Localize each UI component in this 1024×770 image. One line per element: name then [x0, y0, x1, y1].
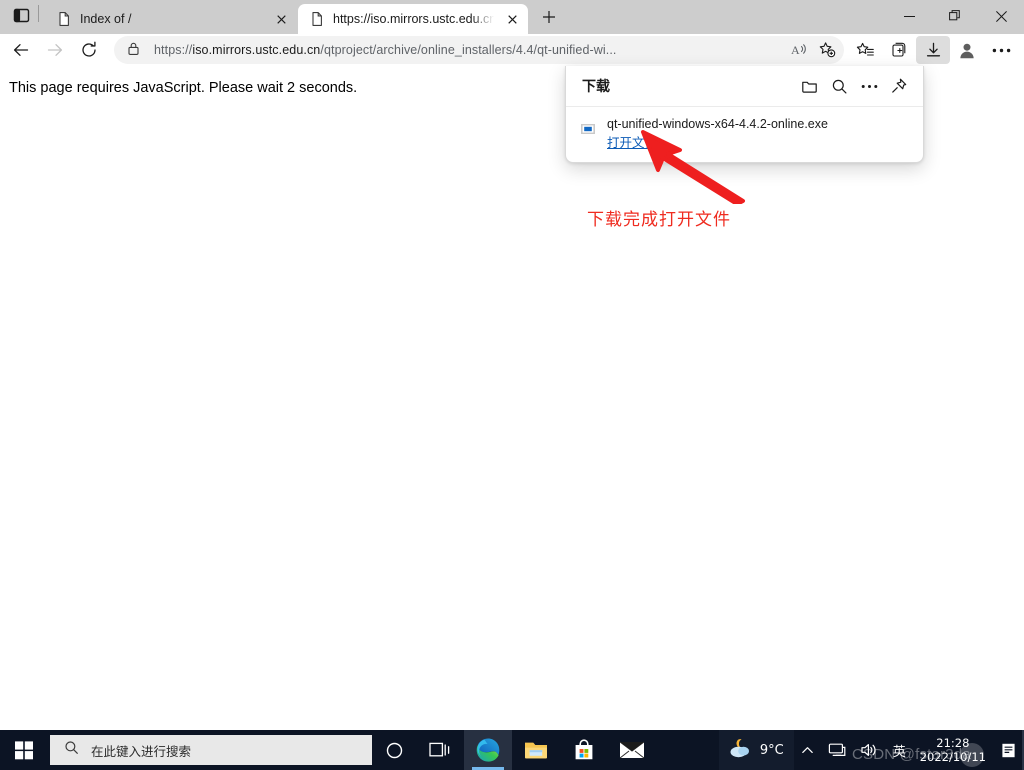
collections-icon[interactable] [882, 36, 916, 64]
search-icon [64, 740, 79, 760]
microsoft-edge-icon[interactable] [464, 730, 512, 770]
volume-icon[interactable] [853, 730, 885, 770]
profile-icon[interactable] [950, 36, 984, 64]
search-icon[interactable] [824, 72, 854, 100]
taskbar-search-placeholder: 在此键入进行搜索 [91, 743, 192, 759]
night-cloud-icon [727, 737, 753, 764]
favorites-icon[interactable] [848, 36, 882, 64]
page-content: This page requires JavaScript. Please wa… [0, 66, 1024, 730]
notification-center-icon[interactable] [994, 730, 1022, 770]
address-bar[interactable]: https://iso.mirrors.ustc.edu.cn/qtprojec… [114, 36, 844, 64]
cortana-circle-icon[interactable] [372, 730, 416, 770]
folder-icon[interactable] [794, 72, 824, 100]
downloads-flyout: 下载 qt-unified-windows-x64-4.4.2-online.e… [565, 66, 924, 163]
svg-text:A: A [791, 43, 800, 57]
url-path: /qtproject/archive/online_installers/4.4… [320, 43, 617, 57]
download-item[interactable]: qt-unified-windows-x64-4.4.2-online.exe … [566, 107, 923, 151]
minimize-button[interactable] [886, 0, 932, 32]
show-hidden-icons-chevron[interactable] [794, 730, 821, 770]
url-scheme: https:// [154, 43, 193, 57]
taskbar-clock[interactable]: 21:28 2022/10/11 [914, 730, 994, 770]
add-favorite-icon[interactable] [814, 38, 840, 62]
address-bar-actions: A [786, 38, 840, 62]
page-body-text: This page requires JavaScript. Please wa… [9, 80, 358, 96]
download-item-details: qt-unified-windows-x64-4.4.2-online.exe … [607, 117, 828, 151]
task-view-icon[interactable] [416, 730, 464, 770]
taskbar-weather[interactable]: 9°C [718, 730, 794, 770]
tab-qt-installer[interactable]: https://iso.mirrors.ustc.edu.cn/qt [298, 4, 528, 34]
tabs: Index of / https://iso.mirrors.ustc.edu.… [45, 0, 564, 34]
new-tab-button[interactable] [534, 3, 564, 31]
weather-temperature: 9°C [759, 742, 784, 758]
windows-taskbar: 在此键入进行搜索 9°C 英 21:28 2022/10/11 [0, 730, 1024, 770]
more-options-icon[interactable] [854, 72, 884, 100]
downloads-flyout-header: 下载 [566, 66, 923, 107]
tab-close-icon[interactable] [271, 9, 291, 29]
windows-start-icon[interactable] [0, 730, 48, 770]
open-file-link[interactable]: 打开文件 [607, 132, 657, 151]
downloads-icon[interactable] [916, 36, 950, 64]
tab-strip-left [0, 0, 45, 34]
page-icon [309, 11, 325, 27]
taskbar-apps [416, 730, 656, 770]
microsoft-store-icon[interactable] [560, 730, 608, 770]
back-arrow-icon[interactable] [4, 36, 38, 64]
read-aloud-icon[interactable]: A [786, 38, 812, 62]
screen: Index of / https://iso.mirrors.ustc.edu.… [0, 0, 1024, 770]
tab-title: https://iso.mirrors.ustc.edu.cn/qt [333, 12, 494, 26]
downloads-title: 下载 [582, 79, 610, 95]
browser-toolbar: https://iso.mirrors.ustc.edu.cn/qtprojec… [0, 34, 1024, 66]
tab-close-icon[interactable] [502, 9, 522, 29]
tab-index-of[interactable]: Index of / [45, 4, 297, 34]
clock-time: 21:28 [936, 736, 970, 750]
more-settings-icon[interactable] [984, 36, 1018, 64]
tab-title: Index of / [80, 12, 132, 26]
pin-icon[interactable] [884, 72, 914, 100]
exe-file-icon [580, 121, 596, 137]
close-button[interactable] [978, 0, 1024, 32]
url-host: iso.mirrors.ustc.edu.cn [192, 43, 321, 57]
taskbar-search-input[interactable]: 在此键入进行搜索 [50, 735, 372, 765]
tab-strip-divider [38, 4, 39, 22]
file-explorer-icon[interactable] [512, 730, 560, 770]
refresh-icon[interactable] [72, 36, 106, 64]
tab-list-icon[interactable] [6, 2, 36, 30]
clock-date: 2022/10/11 [919, 750, 986, 764]
tab-strip: Index of / https://iso.mirrors.ustc.edu.… [0, 0, 1024, 34]
system-tray: 9°C 英 21:28 2022/10/11 [718, 730, 1024, 770]
window-controls [886, 0, 1024, 32]
forward-arrow-icon [38, 36, 72, 64]
ime-indicator[interactable]: 英 [885, 741, 914, 760]
download-filename: qt-unified-windows-x64-4.4.2-online.exe [607, 117, 828, 131]
network-icon[interactable] [821, 730, 853, 770]
annotation-text: 下载完成打开文件 [587, 210, 731, 230]
address-bar-url: https://iso.mirrors.ustc.edu.cn/qtprojec… [154, 43, 786, 57]
page-icon [56, 11, 72, 27]
mail-icon[interactable] [608, 730, 656, 770]
restore-button[interactable] [932, 0, 978, 32]
lock-icon [126, 41, 144, 59]
